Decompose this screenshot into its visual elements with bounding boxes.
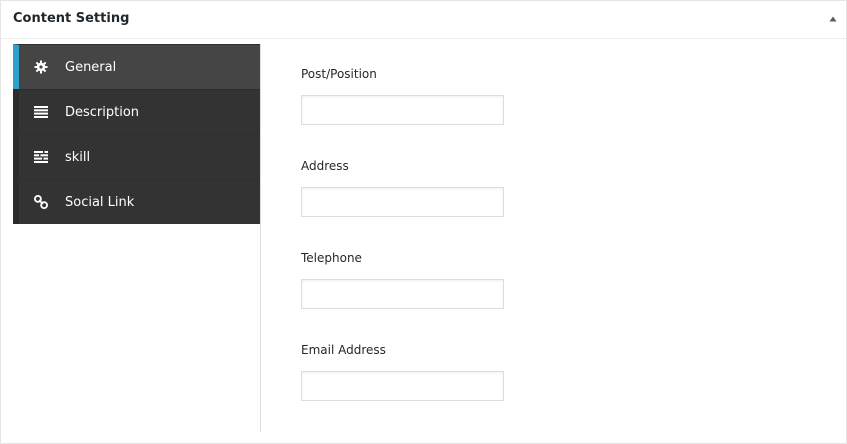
address-input[interactable] [301,187,504,217]
link-icon [33,194,49,210]
collapse-toggle-button[interactable] [826,12,840,26]
telephone-input[interactable] [301,279,504,309]
tab-label: General [65,59,117,75]
gear-icon [33,59,49,75]
post-position-label: Post/Position [301,67,377,81]
tab-label: Description [65,104,140,120]
tab-list: General Description skill Social Link [13,44,260,224]
tab-social-link[interactable]: Social Link [13,179,260,224]
tab-general[interactable]: General [13,44,260,89]
telephone-label: Telephone [301,251,362,265]
address-label: Address [301,159,349,173]
arrow-up-icon [829,16,837,22]
tabs-column: General Description skill Social Link [13,44,261,432]
content-setting-panel: Content Setting General Description skil… [0,0,847,444]
post-position-input[interactable] [301,95,504,125]
panel-header[interactable]: Content Setting [1,1,846,39]
tab-skill[interactable]: skill [13,134,260,179]
list-icon [33,104,49,120]
tab-label: Social Link [65,194,135,210]
email-address-label: Email Address [301,343,386,357]
panel-title: Content Setting [13,11,130,26]
bars-icon [33,149,49,165]
email-address-input[interactable] [301,371,504,401]
tab-label: skill [65,149,91,165]
tab-description[interactable]: Description [13,89,260,134]
